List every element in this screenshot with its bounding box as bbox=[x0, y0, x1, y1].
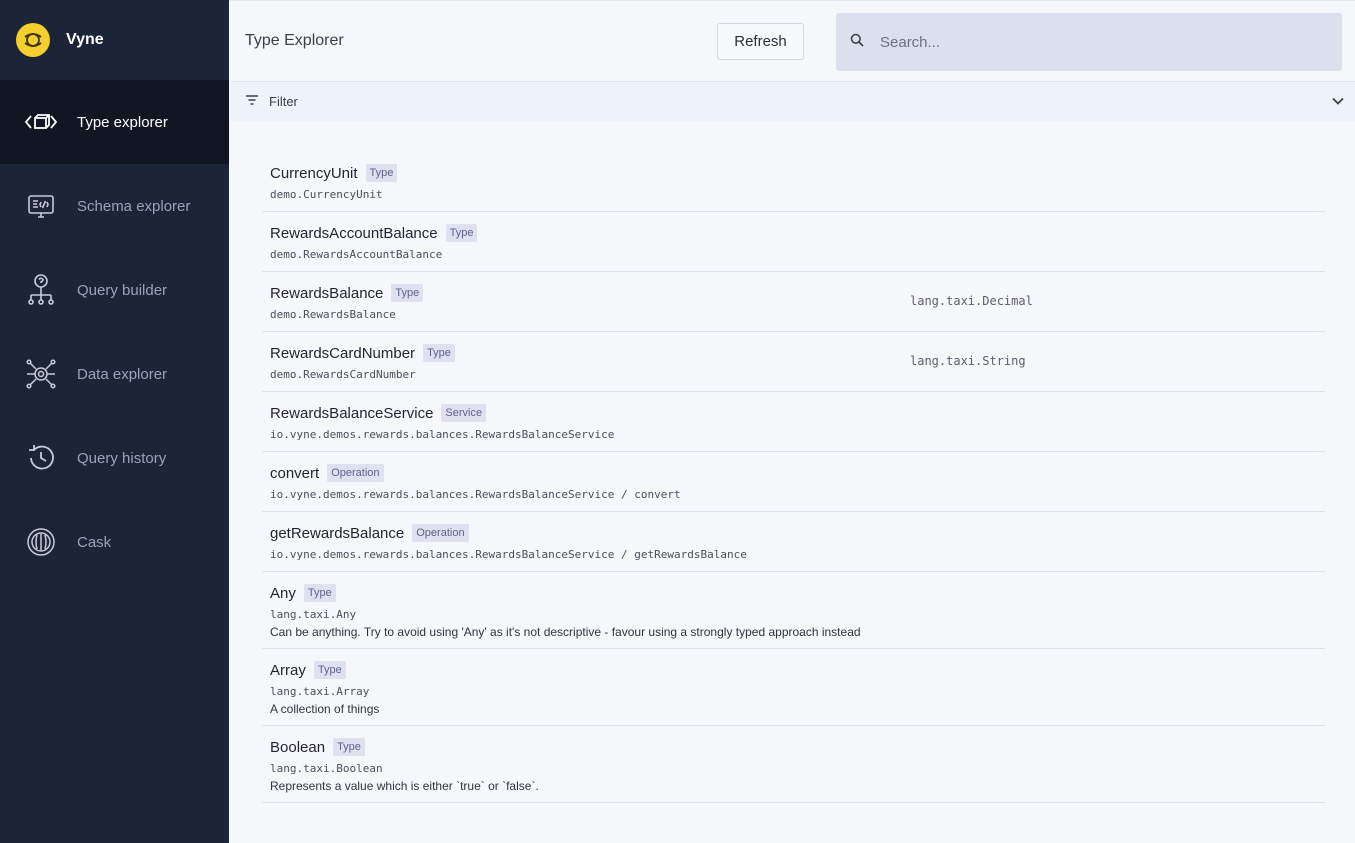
qualified-name: lang.taxi.Boolean bbox=[270, 762, 383, 775]
sidebar-item-label: Schema explorer bbox=[77, 197, 191, 215]
qualified-name: demo.RewardsCardNumber bbox=[270, 368, 416, 381]
type-row[interactable]: RewardsBalanceService Service io.vyne.de… bbox=[262, 392, 1325, 452]
sidebar-item-label: Query builder bbox=[77, 281, 168, 299]
type-name: Any bbox=[270, 584, 296, 602]
base-type[interactable]: lang.taxi.Decimal bbox=[910, 294, 1033, 308]
sidebar-item-schema-explorer[interactable]: Schema explorer bbox=[0, 164, 229, 248]
type-row[interactable]: RewardsBalance Type demo.RewardsBalance … bbox=[262, 272, 1325, 332]
type-row[interactable]: RewardsCardNumber Type demo.RewardsCardN… bbox=[262, 332, 1325, 392]
type-description: Represents a value which is either `true… bbox=[270, 779, 539, 793]
type-name: RewardsBalanceService bbox=[270, 404, 434, 422]
sidebar-item-query-builder[interactable]: Query builder bbox=[0, 248, 229, 332]
type-list: CurrencyUnit Type demo.CurrencyUnit Rewa… bbox=[262, 152, 1325, 803]
type-description: A collection of things bbox=[270, 702, 380, 716]
type-name: Array bbox=[270, 661, 306, 679]
top-header: Type Explorer Refresh bbox=[229, 0, 1355, 82]
qualified-name: io.vyne.demos.rewards.balances.RewardsBa… bbox=[270, 548, 747, 561]
type-row[interactable]: Any Type lang.taxi.Any Can be anything. … bbox=[262, 572, 1325, 649]
type-description: Can be anything. Try to avoid using 'Any… bbox=[270, 625, 861, 639]
kind-badge: Type bbox=[333, 738, 365, 756]
qualified-name: lang.taxi.Any bbox=[270, 608, 357, 621]
type-name: CurrencyUnit bbox=[270, 164, 358, 182]
filter-icon bbox=[245, 93, 259, 111]
schema-explorer-icon bbox=[24, 189, 58, 223]
type-row[interactable]: CurrencyUnit Type demo.CurrencyUnit bbox=[262, 152, 1325, 212]
qualified-name: demo.RewardsAccountBalance bbox=[270, 248, 443, 261]
kind-badge: Operation bbox=[327, 464, 384, 482]
sidebar-item-label: Data explorer bbox=[77, 365, 168, 383]
type-row[interactable]: Array Type lang.taxi.Array A collection … bbox=[262, 649, 1325, 726]
kind-badge: Type bbox=[445, 224, 478, 242]
sidebar-item-label: Query history bbox=[77, 449, 167, 467]
qualified-name: io.vyne.demos.rewards.balances.RewardsBa… bbox=[270, 488, 681, 501]
page-title: Type Explorer bbox=[245, 32, 344, 49]
vyne-logo-icon bbox=[16, 23, 50, 57]
data-explorer-icon bbox=[24, 357, 58, 391]
search-icon bbox=[850, 33, 864, 52]
kind-badge: Type bbox=[423, 344, 455, 362]
chevron-down-icon[interactable] bbox=[1331, 94, 1345, 113]
sidebar: Vyne Type explorer Schema explorer Query… bbox=[0, 0, 229, 843]
type-name: getRewardsBalance bbox=[270, 524, 405, 542]
type-name: RewardsBalance bbox=[270, 284, 384, 302]
type-row[interactable]: Boolean Type lang.taxi.Boolean Represent… bbox=[262, 726, 1325, 803]
qualified-name: io.vyne.demos.rewards.balances.RewardsBa… bbox=[270, 428, 615, 441]
cask-icon bbox=[24, 525, 58, 559]
search-box[interactable] bbox=[836, 13, 1342, 71]
qualified-name: lang.taxi.Array bbox=[270, 685, 370, 698]
base-type[interactable]: lang.taxi.String bbox=[910, 354, 1026, 368]
filter-bar[interactable]: Filter bbox=[229, 82, 1355, 121]
type-row[interactable]: getRewardsBalance Operation io.vyne.demo… bbox=[262, 512, 1325, 572]
brand[interactable]: Vyne bbox=[0, 0, 229, 80]
sidebar-nav: Type explorer Schema explorer Query buil… bbox=[0, 80, 229, 584]
sidebar-item-data-explorer[interactable]: Data explorer bbox=[0, 332, 229, 416]
qualified-name: demo.CurrencyUnit bbox=[270, 188, 383, 201]
kind-badge: Type bbox=[303, 584, 336, 602]
app-name: Vyne bbox=[66, 31, 104, 48]
query-history-icon bbox=[24, 441, 58, 475]
type-name: convert bbox=[270, 464, 320, 482]
type-row[interactable]: RewardsAccountBalance Type demo.RewardsA… bbox=[262, 212, 1325, 272]
type-name: Boolean bbox=[270, 738, 326, 756]
kind-badge: Type bbox=[391, 284, 424, 302]
kind-badge: Service bbox=[441, 404, 487, 422]
type-name: RewardsAccountBalance bbox=[270, 224, 438, 242]
sidebar-item-label: Cask bbox=[77, 533, 112, 551]
sidebar-item-type-explorer[interactable]: Type explorer bbox=[0, 80, 229, 164]
type-row[interactable]: convert Operation io.vyne.demos.rewards.… bbox=[262, 452, 1325, 512]
search-input[interactable] bbox=[880, 33, 1320, 51]
qualified-name: demo.RewardsBalance bbox=[270, 308, 396, 321]
kind-badge: Type bbox=[365, 164, 398, 182]
refresh-button[interactable]: Refresh bbox=[717, 23, 804, 60]
sidebar-item-label: Type explorer bbox=[77, 113, 168, 131]
type-name: RewardsCardNumber bbox=[270, 344, 416, 362]
type-explorer-icon bbox=[24, 105, 58, 139]
filter-label: Filter bbox=[269, 94, 298, 109]
kind-badge: Operation bbox=[412, 524, 469, 542]
sidebar-item-query-history[interactable]: Query history bbox=[0, 416, 229, 500]
sidebar-item-cask[interactable]: Cask bbox=[0, 500, 229, 584]
kind-badge: Type bbox=[313, 661, 346, 679]
query-builder-icon bbox=[24, 273, 58, 307]
